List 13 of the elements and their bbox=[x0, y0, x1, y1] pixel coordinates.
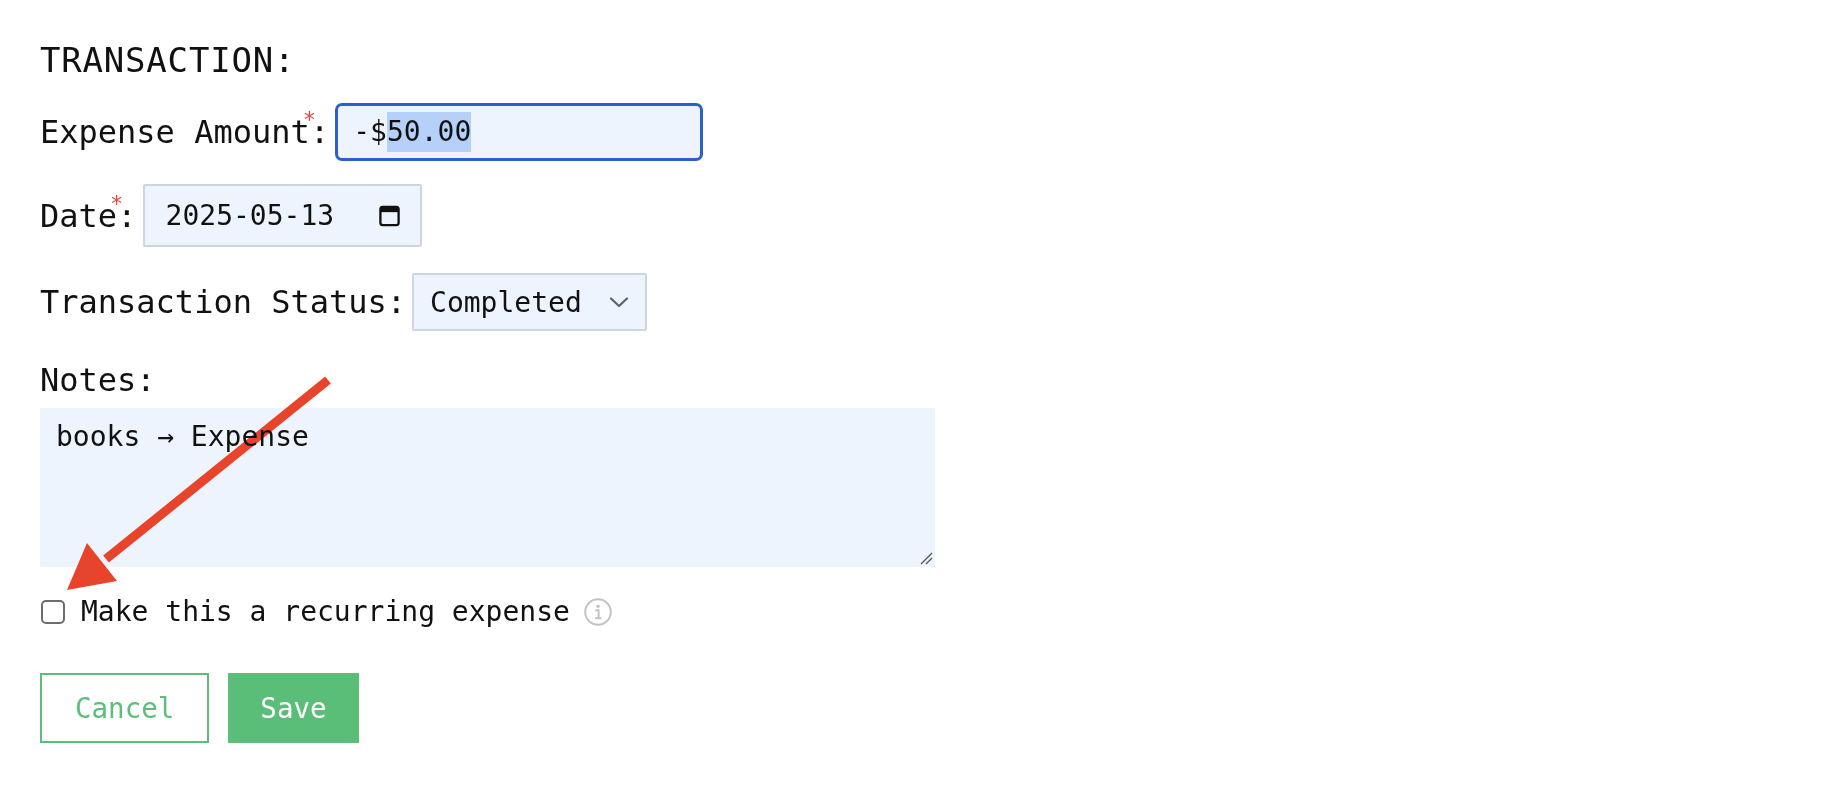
status-select[interactable]: Completed bbox=[412, 273, 648, 331]
amount-input[interactable]: -$50.00 bbox=[335, 103, 704, 161]
form-heading: TRANSACTION: bbox=[40, 40, 296, 80]
notes-label: Notes: bbox=[40, 360, 156, 400]
field-label: Transaction Status: bbox=[40, 282, 407, 322]
recurring-checkbox[interactable] bbox=[41, 600, 65, 624]
field-label: Date$^{*}$: bbox=[40, 195, 137, 236]
calendar-icon[interactable] bbox=[377, 204, 401, 227]
checkbox-label[interactable]: Make this a recurring expense bbox=[81, 592, 570, 632]
date-input[interactable]: 2025-05-13 bbox=[142, 184, 422, 247]
chevron-down-icon bbox=[609, 296, 630, 308]
field-label: Expense Amount$^{*}$: bbox=[40, 112, 330, 152]
resize-grip-icon[interactable] bbox=[920, 552, 933, 565]
